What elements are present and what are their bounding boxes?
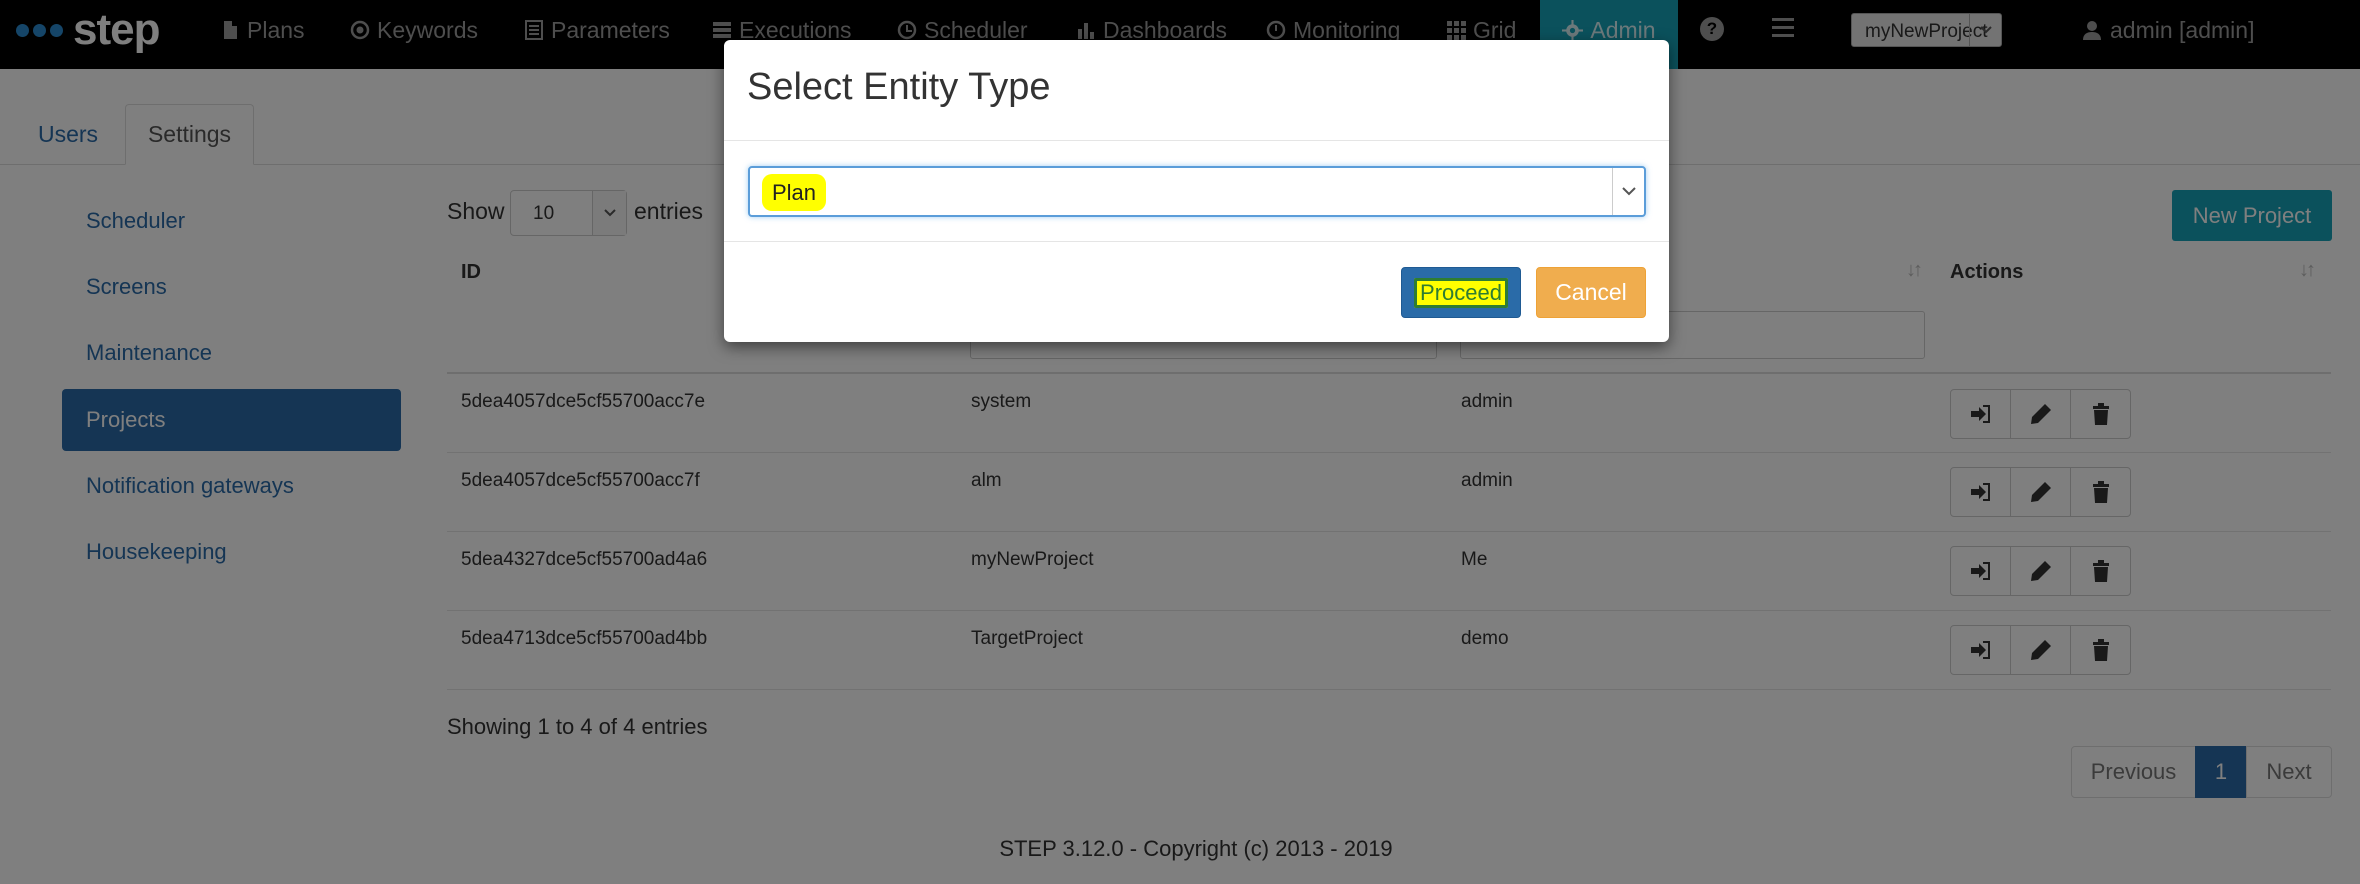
entity-type-value: Plan — [762, 174, 827, 211]
select-entity-type-dialog: Select Entity Type Plan Proceed Cancel — [724, 40, 1669, 342]
chevron-down-icon — [1612, 168, 1644, 215]
dialog-footer-divider — [724, 241, 1669, 242]
proceed-button-label: Proceed — [1414, 277, 1508, 308]
dialog-header-divider — [724, 140, 1669, 141]
dialog-title: Select Entity Type — [747, 66, 1051, 108]
entity-type-select[interactable]: Plan — [748, 166, 1646, 217]
proceed-button[interactable]: Proceed — [1401, 267, 1521, 318]
cancel-button[interactable]: Cancel — [1536, 267, 1646, 318]
